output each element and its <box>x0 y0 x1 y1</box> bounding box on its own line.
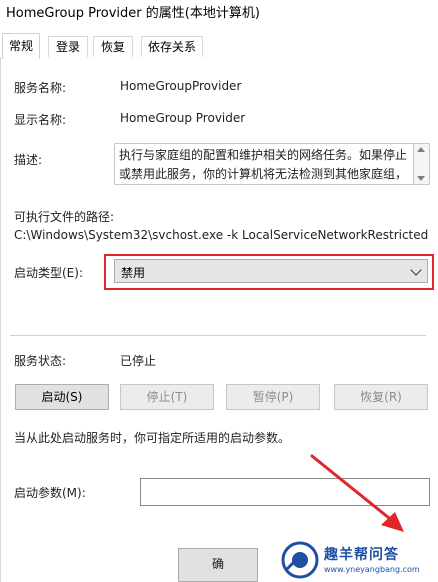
display-name-value: HomeGroup Provider <box>120 111 246 125</box>
scroll-down-icon[interactable] <box>417 176 425 181</box>
tab-logon[interactable]: 登录 <box>48 36 88 58</box>
startup-type-select[interactable]: 禁用 <box>114 259 428 283</box>
service-name-value: HomeGroupProvider <box>120 79 242 93</box>
start-button[interactable]: 启动(S) <box>15 384 109 410</box>
service-status-label: 服务状态: <box>14 354 67 368</box>
description-label: 描述: <box>14 153 43 167</box>
resume-button[interactable]: 恢复(R) <box>334 384 428 410</box>
watermark-logo-icon <box>281 541 319 579</box>
startup-type-label: 启动类型(E): <box>14 266 83 280</box>
start-params-input[interactable] <box>140 478 430 506</box>
params-label: 启动参数(M): <box>14 486 86 500</box>
tab-recovery[interactable]: 恢复 <box>93 36 133 58</box>
description-scrollbar[interactable] <box>414 143 430 185</box>
service-status-value: 已停止 <box>120 354 157 368</box>
watermark-url: www.yneyangbang.com <box>324 565 420 574</box>
tab-general[interactable]: 常规 <box>2 33 40 59</box>
pause-button[interactable]: 暂停(P) <box>226 384 320 410</box>
path-value: C:\Windows\System32\svchost.exe -k Local… <box>14 228 429 242</box>
service-name-label: 服务名称: <box>14 81 67 95</box>
tab-dependencies[interactable]: 依存关系 <box>141 36 203 58</box>
path-label: 可执行文件的路径: <box>14 210 115 224</box>
scroll-up-icon[interactable] <box>417 147 425 152</box>
separator <box>10 335 426 336</box>
chevron-down-icon <box>410 264 422 276</box>
stop-button[interactable]: 停止(T) <box>120 384 214 410</box>
watermark: 趣羊帮问答 www.yneyangbang.com <box>276 540 436 582</box>
window-title: HomeGroup Provider 的属性(本地计算机) <box>6 6 260 21</box>
display-name-label: 显示名称: <box>14 113 67 127</box>
ok-button[interactable]: 确 <box>178 548 258 582</box>
title-bar: HomeGroup Provider 的属性(本地计算机) <box>0 0 438 30</box>
tab-strip: 常规 登录 恢复 依存关系 <box>0 30 438 59</box>
params-hint: 当从此处启动服务时，你可指定所适用的启动参数。 <box>14 431 291 445</box>
watermark-text: 趣羊帮问答 <box>324 547 399 563</box>
description-box[interactable]: 执行与家庭组的配置和维护相关的网络任务。如果停止或禁用此服务，你的计算机将无法检… <box>114 143 414 185</box>
startup-type-value: 禁用 <box>121 266 146 280</box>
